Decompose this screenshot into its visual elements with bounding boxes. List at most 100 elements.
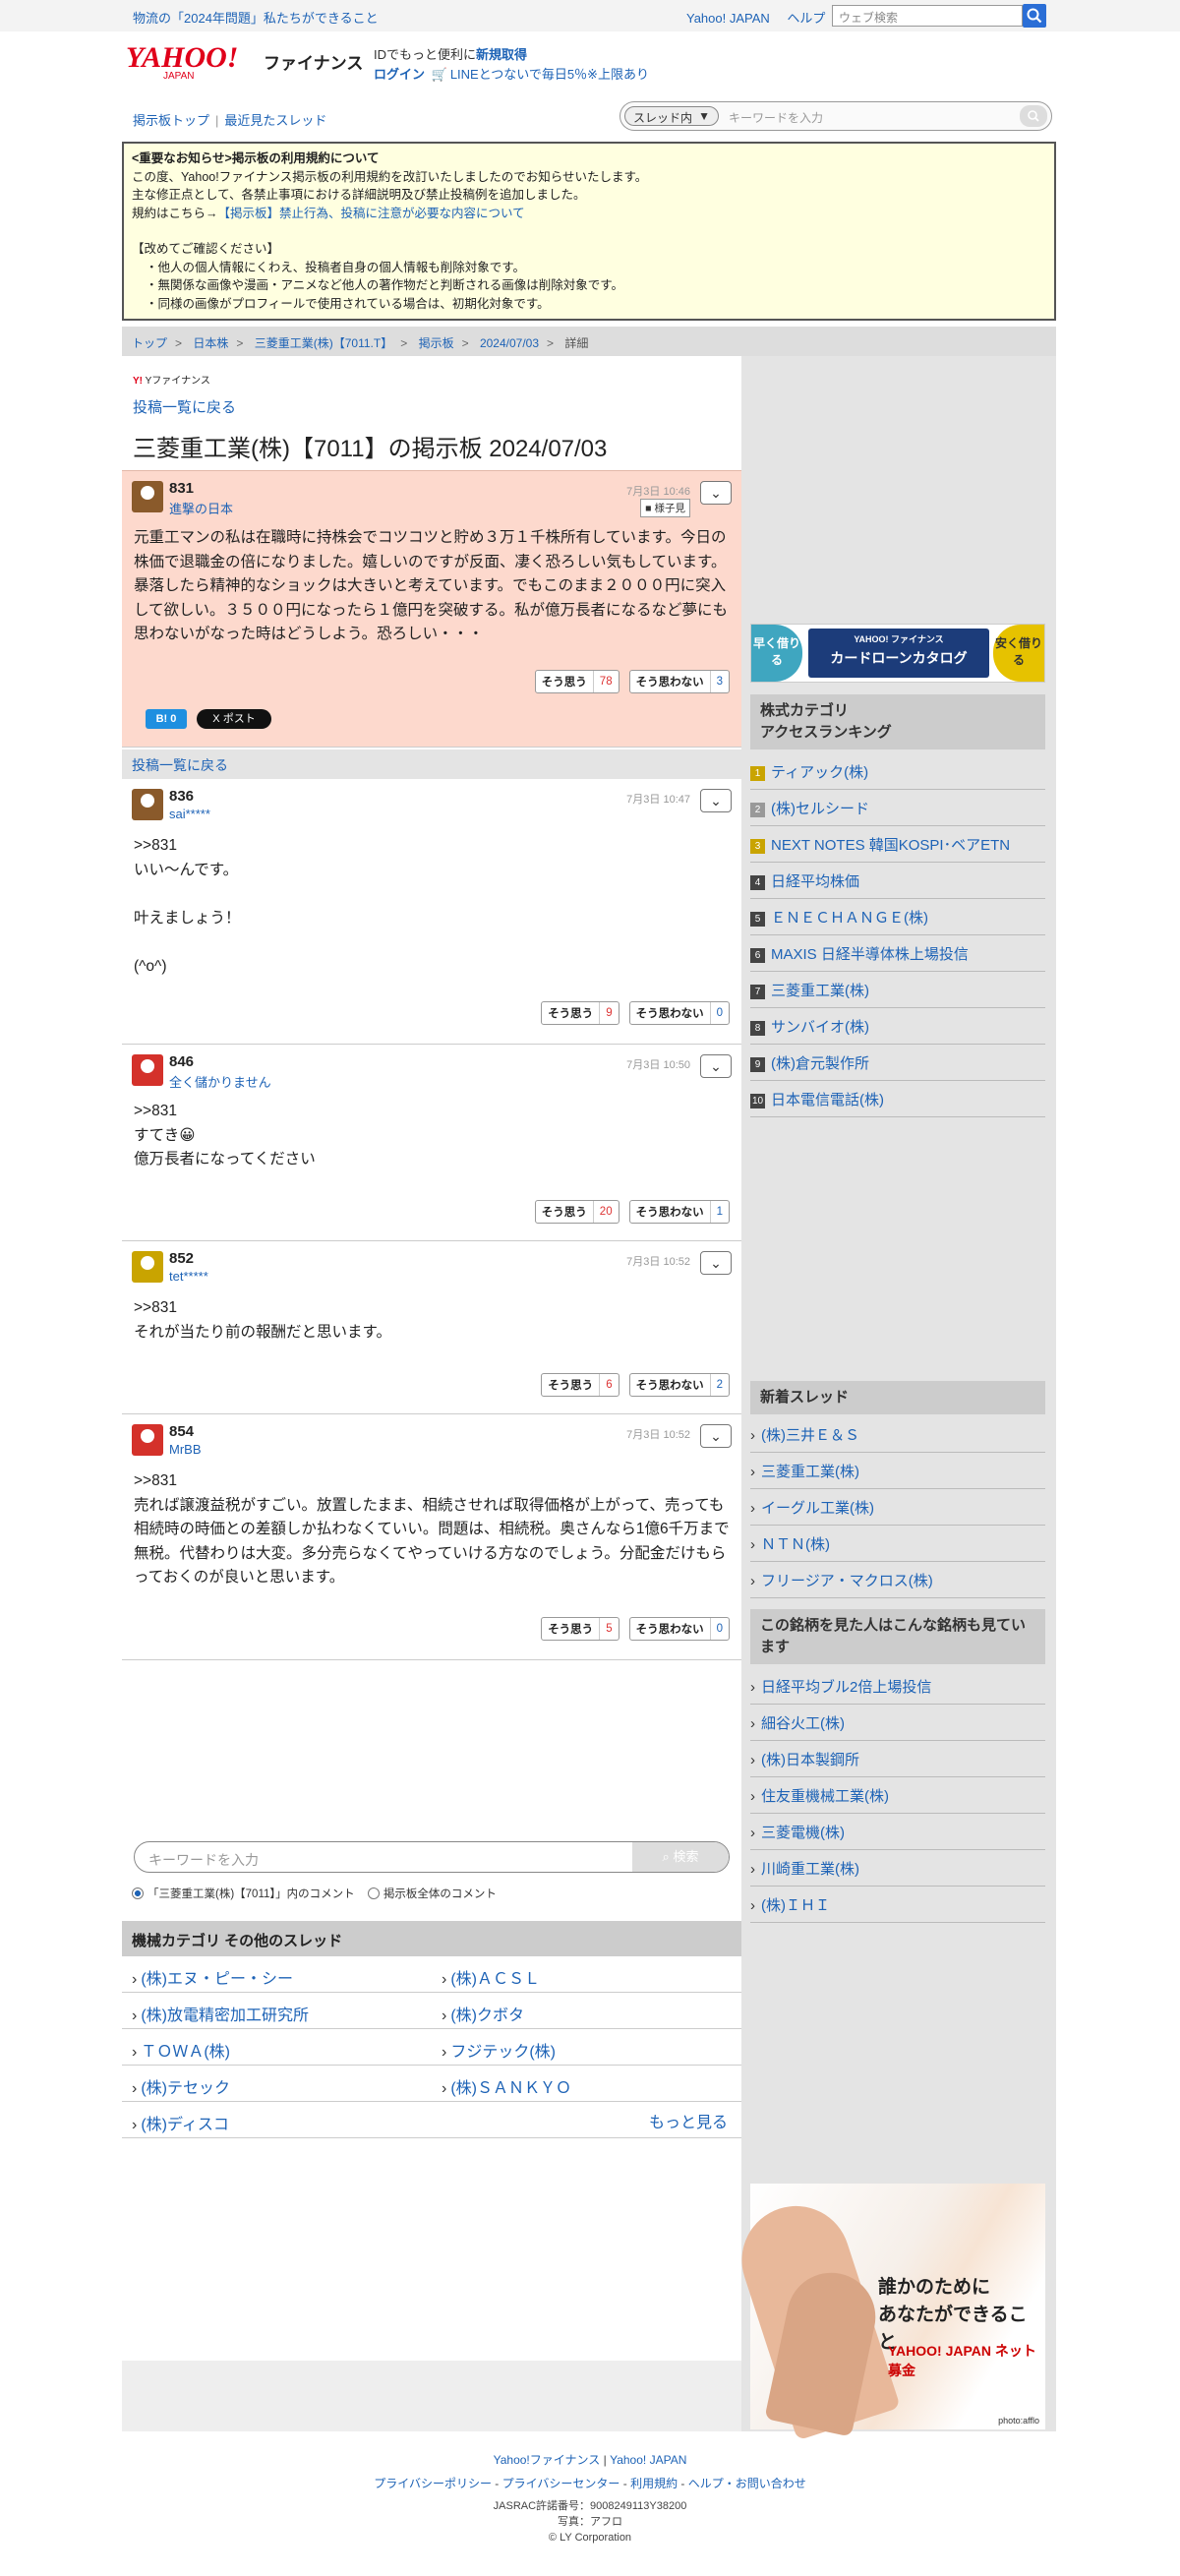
post-menu-button[interactable]: ⌄ — [700, 481, 732, 505]
breadcrumb-top[interactable]: トップ — [132, 336, 167, 350]
agree-button[interactable]: そう思う 9 — [541, 1001, 620, 1025]
viewed-stock-link[interactable]: 川崎重工業(株) — [750, 1850, 1045, 1887]
x-post-button[interactable]: X ポスト — [197, 709, 271, 729]
viewed-stock-link[interactable]: 住友重機械工業(株) — [750, 1777, 1045, 1814]
top-notice-link[interactable]: 物流の「2024年問題」私たちができること — [133, 8, 379, 27]
web-search-input[interactable]: ウェブ検索 — [832, 5, 1023, 27]
sentiment-badge: ■ 様子見 — [640, 499, 690, 517]
avatar[interactable] — [132, 789, 163, 820]
viewed-stock-link[interactable]: (株)ＩＨＩ — [750, 1887, 1045, 1923]
post-author[interactable]: 進撃の日本 — [169, 499, 233, 517]
footer-privacy-center-link[interactable]: プライバシーセンター — [502, 2477, 620, 2490]
post-item: 852 tet***** 7月3日 10:52 ⌄ >>831 それが当たり前の… — [122, 1241, 741, 1414]
other-thread-link[interactable]: (株)テセック — [122, 2066, 432, 2102]
breadcrumb-date[interactable]: 2024/07/03 — [480, 336, 539, 350]
back-to-list-link[interactable]: 投稿一覧に戻る — [133, 396, 236, 417]
ranking-item[interactable]: 4 日経平均株価 — [750, 863, 1045, 899]
ranking-item[interactable]: 8 サンバイオ(株) — [750, 1008, 1045, 1045]
new-thread-link[interactable]: 三菱重工業(株) — [750, 1453, 1045, 1489]
bottom-search-input[interactable]: キーワードを入力 — [148, 1850, 259, 1870]
notice-rules-link[interactable]: 【掲示板】禁止行為、投稿に注意が必要な内容について — [218, 207, 525, 220]
post-menu-button[interactable]: ⌄ — [700, 1054, 732, 1078]
other-thread-link[interactable]: フジテック(株) — [432, 2029, 741, 2066]
thread-search-button[interactable] — [1020, 105, 1047, 127]
board-top-link[interactable]: 掲示板トップ — [133, 113, 209, 128]
post-menu-button[interactable]: ⌄ — [700, 1424, 732, 1448]
other-thread-link[interactable]: ＴＯＷＡ(株) — [122, 2029, 432, 2066]
post-menu-button[interactable]: ⌄ — [700, 789, 732, 812]
new-thread-link[interactable]: イーグル工業(株) — [750, 1489, 1045, 1526]
ranking-item[interactable]: 5 ＥＮＥＣＨＡＮＧＥ(株) — [750, 899, 1045, 935]
avatar[interactable] — [132, 481, 163, 512]
new-thread-link[interactable]: (株)三井Ｅ＆Ｓ — [750, 1416, 1045, 1453]
recent-threads-link[interactable]: 最近見たスレッド — [224, 113, 326, 128]
ranking-item[interactable]: 10 日本電信電話(株) — [750, 1081, 1045, 1117]
viewed-stock-link[interactable]: 日経平均ブル2倍上場投信 — [750, 1668, 1045, 1705]
finance-label: ファイナンス — [264, 54, 364, 73]
post-author[interactable]: MrBB — [169, 1442, 202, 1457]
agree-button[interactable]: そう思う 5 — [541, 1617, 620, 1641]
disagree-button[interactable]: そう思わない 3 — [628, 670, 730, 693]
post-author[interactable]: 全く儲かりません — [169, 1072, 271, 1091]
back-to-list-link[interactable]: 投稿一覧に戻る — [132, 757, 228, 773]
ranking-item[interactable]: 7 三菱重工業(株) — [750, 972, 1045, 1008]
viewed-stock-link[interactable]: 三菱電機(株) — [750, 1814, 1045, 1850]
other-thread-link[interactable]: (株)ＳＡＮＫＹＯ — [432, 2066, 741, 2102]
cardloan-ad-banner[interactable]: 早く借りる YAHOO! ファイナンス カードローンカタログ 安く借りる — [750, 624, 1045, 683]
agree-button[interactable]: そう思う 20 — [534, 1200, 620, 1224]
viewed-stock-link[interactable]: (株)日本製鋼所 — [750, 1741, 1045, 1777]
disagree-button[interactable]: そう思わない 0 — [628, 1001, 730, 1025]
scope-radio-thread[interactable]: 「三菱重工業(株)【7011】」内のコメント — [132, 1887, 355, 1900]
footer-yahoo-link[interactable]: Yahoo! JAPAN — [610, 2453, 686, 2467]
footer-finance-link[interactable]: Yahoo!ファイナンス — [494, 2453, 601, 2467]
search-scope-select[interactable]: スレッド内 ▼ — [624, 106, 719, 126]
yahoo-japan-link[interactable]: Yahoo! JAPAN — [686, 11, 770, 26]
yahoo-logo[interactable]: YAHOO! JAPAN — [126, 41, 264, 82]
avatar[interactable] — [132, 1054, 163, 1086]
login-link[interactable]: ログイン — [374, 67, 425, 82]
signup-link[interactable]: 新規取得 — [476, 47, 527, 62]
disagree-button[interactable]: そう思わない 1 — [628, 1200, 730, 1224]
donation-ad-banner[interactable]: 誰かのために あなたができること YAHOO! JAPAN ネット募金 phot… — [728, 2184, 1045, 2441]
web-search-button[interactable] — [1023, 4, 1046, 28]
avatar[interactable] — [132, 1251, 163, 1283]
post-author[interactable]: sai***** — [169, 807, 210, 821]
ranking-item[interactable]: 6 MAXIS 日経半導体株上場投信 — [750, 935, 1045, 972]
breadcrumb-jp-stocks[interactable]: 日本株 — [193, 336, 228, 350]
other-thread-link[interactable]: (株)放電精密加工研究所 — [122, 1993, 432, 2029]
agree-button[interactable]: そう思う 78 — [534, 670, 620, 693]
other-thread-link[interactable]: (株)クボタ — [432, 1993, 741, 2029]
other-thread-link[interactable]: (株)ＡＣＳＬ — [432, 1956, 741, 1993]
post-menu-button[interactable]: ⌄ — [700, 1251, 732, 1275]
ranking-item[interactable]: 9 (株)倉元製作所 — [750, 1045, 1045, 1081]
ranking-item[interactable]: 3 NEXT NOTES 韓国KOSPI･ベアETN — [750, 826, 1045, 863]
hatena-bookmark-button[interactable]: B! 0 — [146, 709, 187, 729]
more-link[interactable]: もっと見る — [649, 2109, 728, 2132]
footer-privacy-link[interactable]: プライバシーポリシー — [374, 2477, 492, 2490]
avatar[interactable] — [132, 1424, 163, 1456]
post-author[interactable]: tet***** — [169, 1269, 208, 1284]
scope-radio-all[interactable]: 掲示板全体のコメント — [367, 1887, 497, 1900]
breadcrumb-board[interactable]: 掲示板 — [419, 336, 454, 350]
footer-terms-link[interactable]: 利用規約 — [630, 2477, 678, 2490]
ranking-item[interactable]: 2 (株)セルシード — [750, 790, 1045, 826]
new-thread-link[interactable]: フリージア・マクロス(株) — [750, 1562, 1045, 1598]
footer-help-link[interactable]: ヘルプ・お問い合わせ — [688, 2477, 806, 2490]
disagree-button[interactable]: そう思わない 2 — [628, 1373, 730, 1397]
line-promo-link[interactable]: LINEとつないで毎日5％※上限あり — [450, 67, 649, 82]
help-link[interactable]: ヘルプ — [787, 11, 825, 26]
agree-button[interactable]: そう思う 6 — [541, 1373, 620, 1397]
ranking-item[interactable]: 1 ティアック(株) — [750, 753, 1045, 790]
disagree-button[interactable]: そう思わない 0 — [628, 1617, 730, 1641]
bottom-search-button[interactable]: ⌕ 検索 — [632, 1842, 729, 1872]
ranking-item-label: (株)セルシード — [771, 801, 869, 817]
new-thread-link[interactable]: ＮＴＮ(株) — [750, 1526, 1045, 1562]
cart-icon: 🛒 — [431, 67, 447, 82]
chevron-down-icon: ⌄ — [710, 1428, 722, 1444]
thread-search-input[interactable]: キーワードを入力 — [729, 109, 823, 126]
other-thread-link[interactable]: (株)エヌ・ピー・シー — [122, 1956, 432, 1993]
viewed-stock-link[interactable]: 細谷火工(株) — [750, 1705, 1045, 1741]
breadcrumb-stock[interactable]: 三菱重工業(株)【7011.T】 — [255, 336, 392, 350]
vote-buttons: そう思う 78 そう思わない 3 — [534, 670, 730, 693]
search-scope-radios: 「三菱重工業(株)【7011】」内のコメント 掲示板全体のコメント — [132, 1886, 497, 1901]
